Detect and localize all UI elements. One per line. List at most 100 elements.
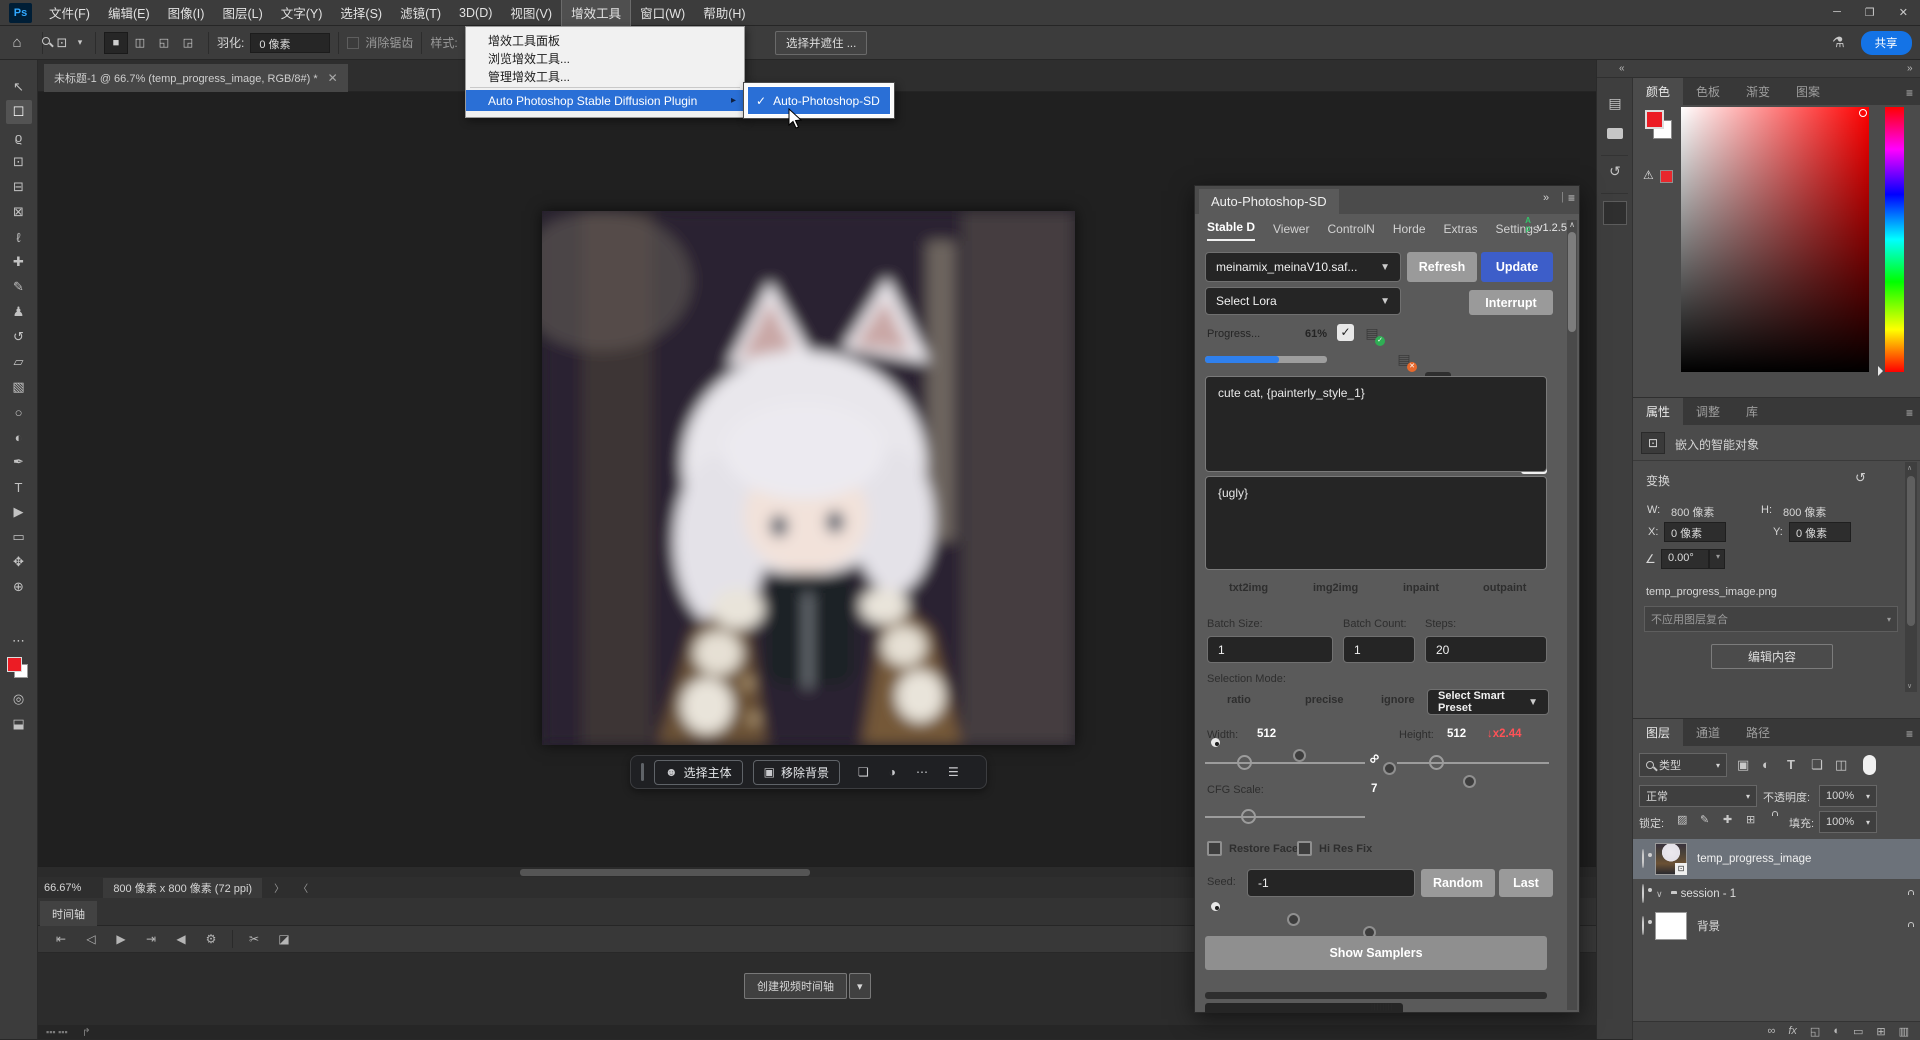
- txt2img-label[interactable]: txt2img: [1229, 582, 1268, 594]
- transition-icon[interactable]: ◪: [269, 932, 299, 946]
- split-clip-icon[interactable]: ✂: [239, 932, 269, 946]
- layers-accept-icon[interactable]: ▤✓: [1359, 320, 1385, 346]
- precise-radio[interactable]: [1287, 913, 1300, 926]
- menu-item-manage-plugins[interactable]: 管理增效工具...: [466, 67, 744, 85]
- more-tools-icon[interactable]: ⋯: [6, 629, 32, 653]
- tab-horde[interactable]: Horde: [1393, 222, 1426, 241]
- layer-row-background[interactable]: 背景: [1633, 909, 1920, 943]
- lock-transparency-icon[interactable]: ▨: [1677, 813, 1687, 826]
- delete-layer-icon[interactable]: ▥: [1899, 1025, 1909, 1038]
- tab-color[interactable]: 颜色: [1633, 78, 1683, 105]
- collapse-right-icon[interactable]: »: [1907, 63, 1913, 74]
- ignore-label[interactable]: ignore: [1381, 694, 1415, 706]
- screen-mode-icon[interactable]: ⬓: [6, 712, 32, 736]
- menu-type[interactable]: 文字(Y): [272, 0, 332, 26]
- brush-tool-icon[interactable]: ✎: [6, 275, 32, 299]
- layer-name[interactable]: 背景: [1697, 918, 1720, 934]
- transform-icon[interactable]: ❏: [858, 765, 869, 779]
- outpaint-label[interactable]: outpaint: [1483, 582, 1526, 594]
- batch-count-input[interactable]: 1: [1343, 636, 1415, 663]
- history-brush-tool-icon[interactable]: ↺: [6, 325, 32, 349]
- timeline-tab[interactable]: 时间轴: [40, 901, 97, 926]
- menu-select[interactable]: 选择(S): [331, 0, 391, 26]
- share-button[interactable]: 共享: [1861, 31, 1912, 55]
- width-slider[interactable]: [1205, 762, 1365, 764]
- clone-stamp-tool-icon[interactable]: ♟: [6, 300, 32, 324]
- model-dropdown[interactable]: meinamix_meinaV10.saf...▼: [1205, 252, 1401, 282]
- object-select-tool-icon[interactable]: ⊡: [6, 150, 32, 174]
- scrollbar-thumb[interactable]: [520, 869, 810, 876]
- tab-extras[interactable]: Extras: [1444, 222, 1478, 241]
- tab-layers[interactable]: 图层: [1633, 719, 1683, 746]
- panel-menu-icon[interactable]: ≡: [1898, 722, 1920, 746]
- layer-row-selected[interactable]: ⊡ temp_progress_image: [1633, 839, 1920, 879]
- lock-artboard-icon[interactable]: ⊞: [1746, 813, 1755, 826]
- scroll-up-icon[interactable]: ∧: [1907, 464, 1912, 472]
- tab-close-icon[interactable]: ✕: [328, 71, 338, 85]
- blend-mode-dropdown[interactable]: 正常▾: [1639, 785, 1757, 807]
- group-expand-chevron-icon[interactable]: ∨: [1656, 889, 1663, 900]
- menu-item-auto-photoshop-sd-plugin[interactable]: Auto Photoshop Stable Diffusion Plugin ▸: [466, 90, 744, 111]
- intersect-selection-icon[interactable]: ◲: [176, 32, 200, 54]
- negative-prompt-textarea[interactable]: {ugly}: [1205, 476, 1547, 570]
- minimize-icon[interactable]: ─: [1821, 6, 1853, 19]
- menu-plugins[interactable]: 增效工具: [561, 0, 631, 27]
- fill-input[interactable]: 100%▾: [1819, 811, 1877, 833]
- comments-panel-icon[interactable]: [1597, 118, 1633, 148]
- scroll-down-icon[interactable]: ∨: [1907, 682, 1912, 690]
- collapsed-swatch-thumbnail[interactable]: [1597, 194, 1633, 232]
- home-icon[interactable]: ⌂: [0, 34, 34, 51]
- layer-style-fx-icon[interactable]: fx: [1788, 1025, 1797, 1037]
- document-tab[interactable]: 未标题-1 @ 66.7% (temp_progress_image, RGB/…: [44, 64, 348, 92]
- cfg-slider-knob[interactable]: [1241, 809, 1256, 824]
- new-selection-icon[interactable]: ■: [104, 32, 128, 54]
- menu-3d[interactable]: 3D(D): [450, 2, 501, 24]
- tab-libraries[interactable]: 库: [1733, 398, 1771, 425]
- tab-controlnet[interactable]: ControlN: [1327, 222, 1374, 241]
- eyedropper-tool-icon[interactable]: ℓ: [6, 225, 32, 249]
- filter-smart-objects-icon[interactable]: ◫: [1835, 757, 1847, 773]
- tab-gradients[interactable]: 渐变: [1733, 78, 1783, 105]
- path-select-tool-icon[interactable]: ▶: [6, 500, 32, 524]
- add-selection-icon[interactable]: ◫: [128, 32, 152, 54]
- saturation-brightness-field[interactable]: [1681, 107, 1869, 372]
- taskbar-grip[interactable]: [641, 763, 644, 781]
- update-button[interactable]: Update: [1481, 252, 1553, 282]
- interrupt-button[interactable]: Interrupt: [1469, 290, 1553, 315]
- visibility-eye-icon[interactable]: [1642, 850, 1644, 868]
- new-layer-icon[interactable]: ⊞: [1876, 1025, 1885, 1038]
- opacity-input[interactable]: 100%▾: [1819, 785, 1877, 807]
- restore-faces-label[interactable]: Restore Faces: [1229, 843, 1304, 855]
- shortcut-arrow-icon[interactable]: ↱: [82, 1026, 91, 1039]
- more-options-icon[interactable]: ⋯: [916, 765, 928, 779]
- foreground-color-swatch[interactable]: [7, 657, 22, 672]
- gradient-tool-icon[interactable]: ▧: [6, 375, 32, 399]
- inpaint-radio[interactable]: [1383, 762, 1396, 775]
- filter-adjustment-layers-icon[interactable]: ◐: [1762, 757, 1770, 772]
- quick-mask-icon[interactable]: ◎: [6, 687, 32, 711]
- next-frame-icon[interactable]: ⇥: [136, 932, 166, 946]
- tab-properties[interactable]: 属性: [1633, 398, 1683, 425]
- layer-name[interactable]: session - 1: [1681, 888, 1737, 900]
- menu-image[interactable]: 图像(I): [159, 0, 214, 26]
- adjustment-layer-icon[interactable]: ◐: [1833, 1025, 1840, 1037]
- tab-swatches[interactable]: 色板: [1683, 78, 1733, 105]
- precise-label[interactable]: precise: [1305, 694, 1344, 706]
- submenu-item-auto-photoshop-sd[interactable]: ✓ Auto-Photoshop-SD: [747, 86, 891, 115]
- zoom-level[interactable]: 66.67%: [44, 882, 81, 894]
- filter-type-layers-icon[interactable]: T: [1787, 757, 1795, 772]
- lock-position-icon[interactable]: ✚: [1723, 813, 1732, 826]
- hand-tool-icon[interactable]: ✥: [6, 550, 32, 574]
- layer-thumbnail[interactable]: [1655, 912, 1687, 940]
- img2img-radio[interactable]: [1293, 749, 1306, 762]
- x-input[interactable]: 0 像素: [1664, 522, 1726, 542]
- frame-tool-icon[interactable]: ⊠: [6, 200, 32, 224]
- hue-strip[interactable]: [1885, 107, 1904, 372]
- healing-tool-icon[interactable]: ✚: [6, 250, 32, 274]
- type-tool-icon[interactable]: T: [6, 475, 32, 499]
- menu-layer[interactable]: 图层(L): [213, 0, 271, 26]
- layers-discard-icon[interactable]: ▤✕: [1391, 346, 1417, 372]
- dodge-tool-icon[interactable]: ◐: [6, 425, 32, 449]
- scrollbar-thumb[interactable]: [1568, 232, 1576, 332]
- pen-tool-icon[interactable]: ✒: [6, 450, 32, 474]
